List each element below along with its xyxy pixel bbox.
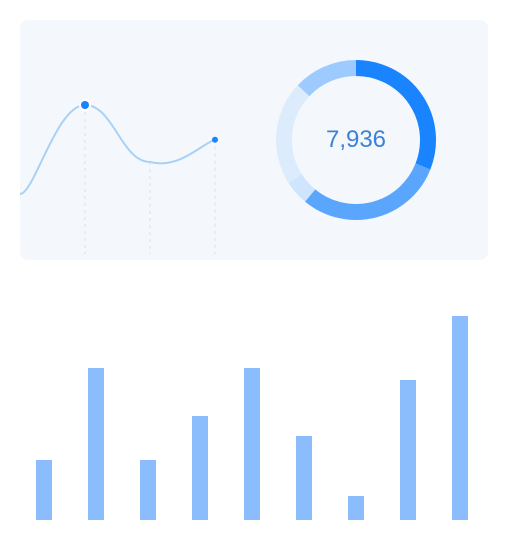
bar (192, 416, 208, 520)
line-point (81, 101, 89, 109)
bar (244, 368, 260, 520)
donut-slice (297, 60, 357, 97)
bar (348, 496, 364, 520)
donut-slice (305, 163, 431, 220)
bar (296, 436, 312, 520)
line-point (212, 136, 218, 143)
bar (36, 460, 52, 520)
bar-chart (36, 316, 468, 520)
line-series (19, 103, 216, 195)
donut-slice (288, 174, 316, 202)
dashboard-charts (19, 60, 468, 520)
bar (452, 316, 468, 520)
bar (400, 380, 416, 520)
bar (88, 368, 104, 520)
donut-center-label: 7,936 (325, 126, 387, 153)
line-chart (19, 99, 218, 254)
bar (140, 460, 156, 520)
